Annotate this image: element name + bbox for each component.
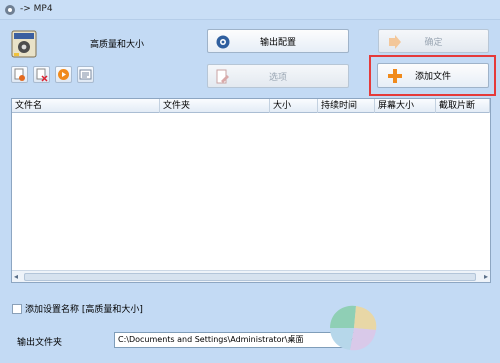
format-factory-window: -> MP4 高质量和大小 输出配置 确定 选项 添加文件 文件名 文件夹 大小… [0, 0, 500, 363]
output-folder-label: 输出文件夹 [17, 338, 63, 348]
file-list-table[interactable]: 文件名 文件夹 大小 持续时间 屏幕大小 截取片断 ◂ ▸ [11, 98, 491, 283]
remove-file-button[interactable] [11, 66, 28, 83]
app-icon [5, 5, 15, 15]
column-header-clip[interactable]: 截取片断 [436, 99, 490, 113]
ok-label: 确定 [424, 37, 443, 48]
append-preset-name-checkbox[interactable] [12, 303, 22, 314]
preset-label: 高质量和大小 [90, 40, 145, 50]
scrollbar-thumb[interactable] [24, 273, 476, 281]
output-folder-path: C:\Documents and Settings\Administrator\… [118, 335, 304, 344]
output-config-button[interactable]: 输出配置 [207, 29, 349, 53]
horizontal-scrollbar[interactable]: ◂ ▸ [12, 270, 490, 282]
column-header-screen-size[interactable]: 屏幕大小 [375, 99, 436, 113]
media-info-button[interactable] [77, 66, 94, 83]
scroll-left-icon[interactable]: ◂ [14, 272, 18, 281]
play-button[interactable] [55, 66, 72, 83]
output-config-label: 输出配置 [259, 37, 296, 48]
output-config-icon [216, 35, 230, 49]
title-bar: -> MP4 [0, 0, 500, 20]
scroll-right-icon[interactable]: ▸ [484, 272, 488, 281]
ok-button[interactable]: 确定 [378, 29, 489, 53]
options-button[interactable]: 选项 [207, 64, 349, 88]
column-header-duration[interactable]: 持续时间 [318, 99, 375, 113]
format-factory-logo [330, 305, 377, 351]
mp4-format-icon [11, 30, 37, 58]
remove-file-icon [14, 68, 25, 81]
options-icon [216, 69, 229, 84]
play-icon [58, 69, 69, 80]
media-info-icon [79, 69, 92, 80]
clear-list-icon [36, 68, 48, 82]
output-folder-select[interactable]: C:\Documents and Settings\Administrator\… [114, 332, 357, 348]
table-header: 文件名 文件夹 大小 持续时间 屏幕大小 截取片断 [12, 99, 490, 113]
append-preset-name-option[interactable]: 添加设置名称 [高质量和大小] [12, 302, 143, 315]
window-title: -> MP4 [20, 4, 53, 14]
clear-list-button[interactable] [33, 66, 50, 83]
ok-arrow-icon [389, 35, 401, 49]
options-label: 选项 [268, 72, 287, 83]
column-header-folder[interactable]: 文件夹 [160, 99, 270, 113]
column-header-size[interactable]: 大小 [270, 99, 318, 113]
append-preset-name-label: 添加设置名称 [高质量和大小] [25, 305, 143, 315]
add-file-highlight-box [369, 55, 496, 96]
column-header-filename[interactable]: 文件名 [12, 99, 160, 113]
